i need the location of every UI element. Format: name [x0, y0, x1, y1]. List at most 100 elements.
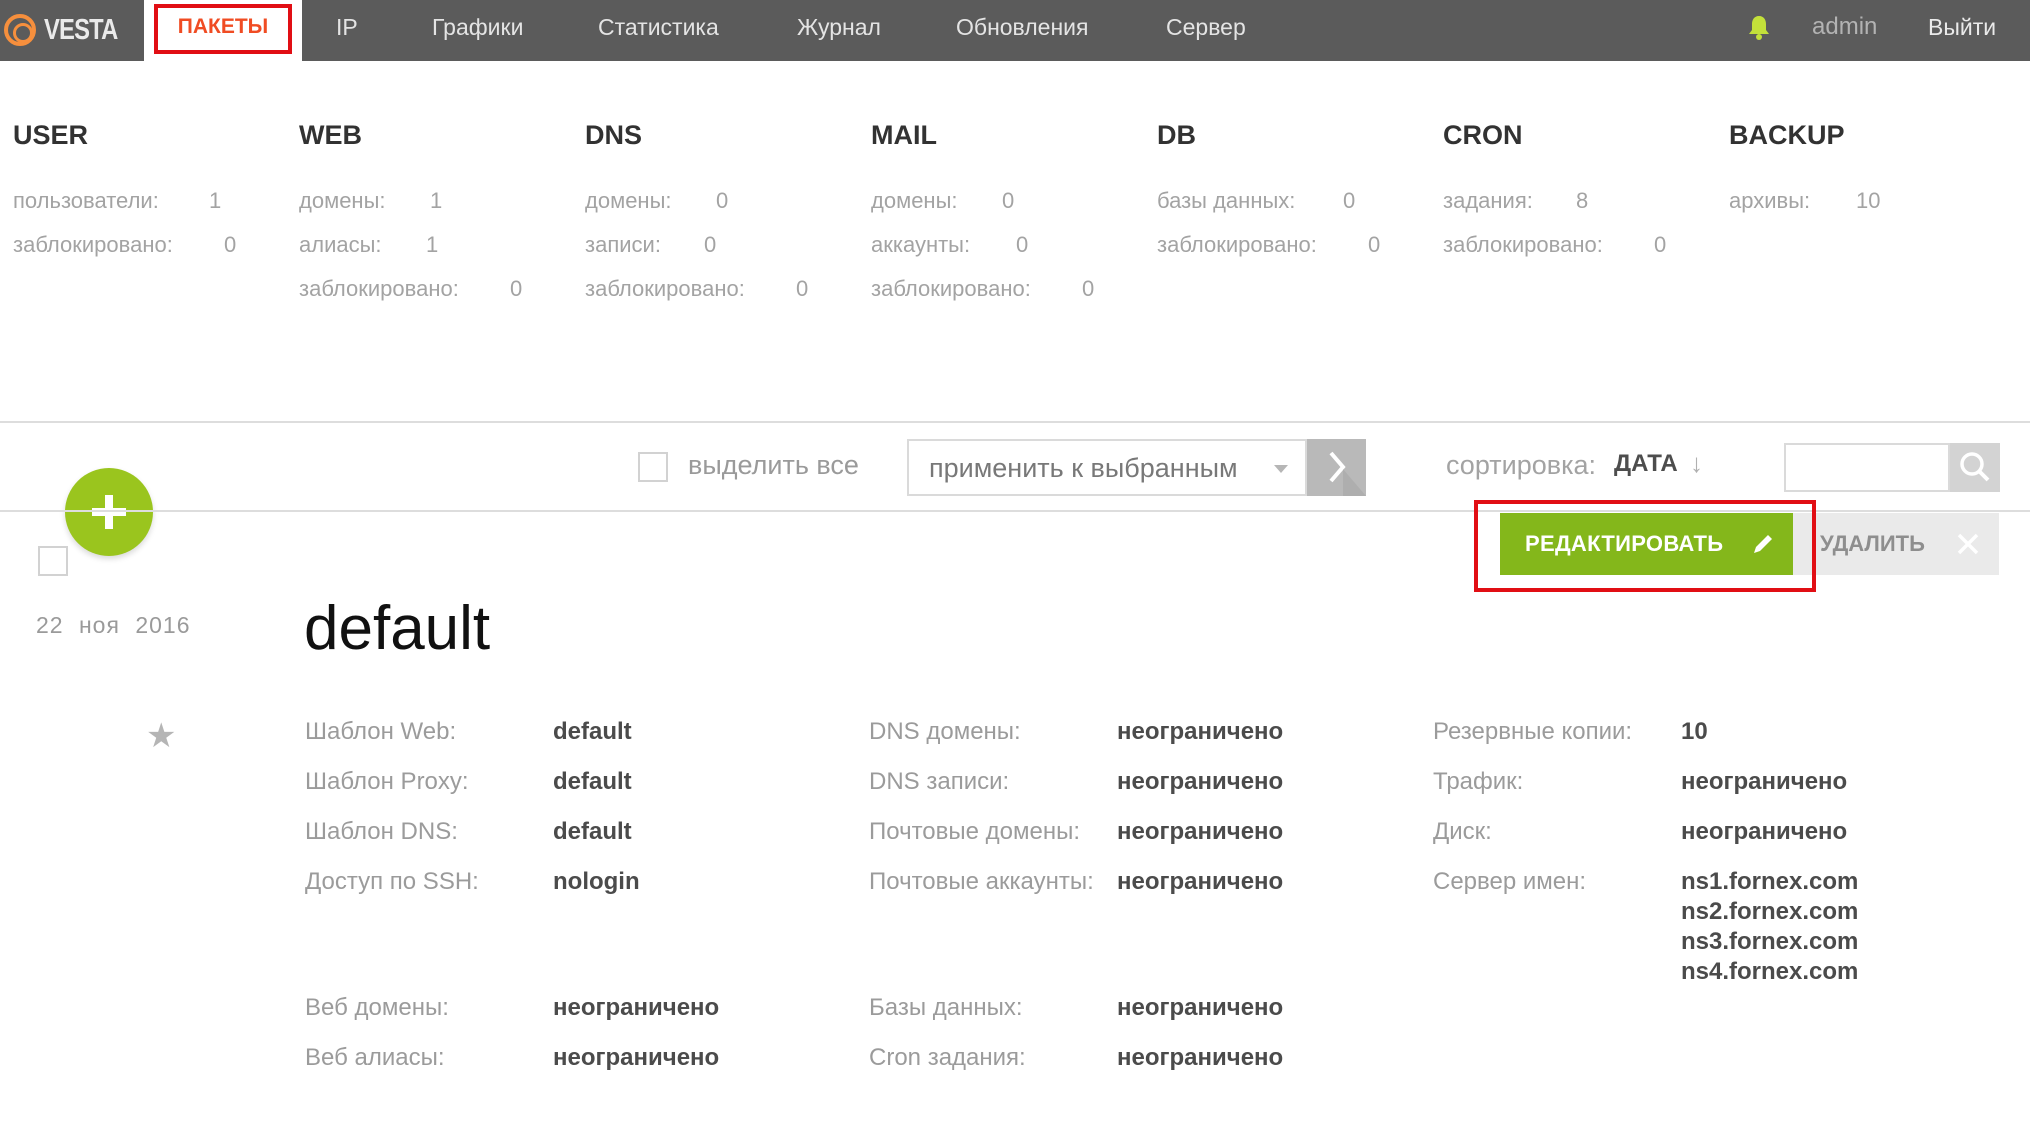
stat-value: 0 [796, 276, 809, 301]
nav-item-log[interactable]: Журнал [797, 0, 881, 61]
search-input[interactable] [1784, 443, 1950, 492]
stat-row: заблокировано: 0 [299, 276, 522, 302]
stats-title: MAIL [871, 120, 937, 150]
sort-arrow-icon[interactable]: ↓ [1690, 448, 1703, 479]
divider [0, 421, 2030, 423]
detail-value: неограничено [1117, 994, 1284, 1021]
apply-action-select[interactable]: применить к выбранным [907, 439, 1307, 496]
nav-item-graphs[interactable]: Графики [432, 0, 523, 61]
detail-label: Диск: [1433, 818, 1492, 845]
stat-row: домены: 0 [871, 188, 1014, 214]
stat-row: задания: 8 [1443, 188, 1588, 214]
stat-label: заблокировано: [585, 276, 745, 301]
stat-label: архивы: [1729, 188, 1811, 213]
detail-value: неограничено [1117, 768, 1284, 795]
detail-value: неограничено [1681, 818, 1848, 845]
stats-user: USER [13, 120, 88, 154]
stat-label: алиасы: [299, 232, 382, 257]
stats-title: BACKUP [1729, 120, 1845, 150]
detail-value: неограничено [1117, 868, 1284, 895]
stat-value: 0 [1343, 188, 1356, 213]
detail-label: Сервер имен: [1433, 868, 1587, 895]
stat-value: 0 [224, 232, 237, 257]
stat-value: 0 [704, 232, 717, 257]
detail-label: Cron задания: [869, 1044, 1026, 1071]
apply-button[interactable] [1307, 439, 1366, 496]
nameserver-2: ns2.fornex.com [1681, 898, 1859, 925]
bell-icon[interactable] [1748, 14, 1770, 40]
detail-value: неограничено [1117, 818, 1284, 845]
nameserver-4: ns4.fornex.com [1681, 958, 1859, 985]
sort-value[interactable]: ДАТА [1614, 450, 1678, 478]
detail-label: Трафик: [1433, 768, 1524, 795]
stat-value: 0 [1082, 276, 1095, 301]
user-link[interactable]: admin [1812, 0, 1877, 61]
stat-label: задания: [1443, 188, 1533, 213]
detail-label: Почтовые домены: [869, 818, 1081, 845]
star-icon[interactable]: ★ [146, 716, 176, 756]
detail-value: неограничено [553, 1044, 720, 1071]
stat-row: заблокировано: 0 [585, 276, 808, 302]
stat-row: заблокировано: 0 [13, 232, 236, 258]
package-name: default [304, 594, 491, 663]
nav-item-packages[interactable]: ПАКЕТЫ [144, 0, 302, 61]
stats-title: USER [13, 120, 89, 150]
stat-row: заблокировано: 0 [871, 276, 1094, 302]
stat-row: заблокировано: 0 [1443, 232, 1666, 258]
delete-button-label: УДАЛИТЬ [1820, 531, 1925, 556]
stat-label: заблокировано: [1157, 232, 1317, 257]
detail-value: 10 [1681, 718, 1708, 745]
package-date: 22 ноя 2016 [36, 612, 191, 639]
detail-label: DNS домены: [869, 718, 1021, 745]
stat-value: 8 [1576, 188, 1589, 213]
stat-value: 0 [1016, 232, 1029, 257]
add-package-button[interactable] [65, 468, 153, 556]
nav-item-label: ПАКЕТЫ [177, 15, 269, 38]
stat-label: аккаунты: [871, 232, 971, 257]
nav-item-statistics[interactable]: Статистика [598, 0, 719, 61]
detail-label: DNS записи: [869, 768, 1010, 795]
top-nav: VESTA ПАКЕТЫ IP Графики Статистика Журна… [0, 0, 2030, 61]
logout-link[interactable]: Выйти [1928, 0, 1996, 61]
stat-label: базы данных: [1157, 188, 1296, 213]
stat-label: домены: [871, 188, 958, 213]
vesta-logo[interactable]: VESTA [4, 10, 134, 50]
detail-value: неограничено [1117, 718, 1284, 745]
detail-value: default [553, 818, 632, 845]
nav-item-updates[interactable]: Обновления [956, 0, 1088, 61]
stat-value: 10 [1856, 188, 1881, 213]
stats-title: WEB [299, 120, 362, 150]
chevron-right-icon [1329, 451, 1366, 496]
nameserver-3: ns3.fornex.com [1681, 928, 1859, 955]
stat-value: 0 [716, 188, 729, 213]
stat-label: заблокировано: [13, 232, 173, 257]
stats-title: CRON [1443, 120, 1523, 150]
row-checkbox[interactable] [38, 546, 68, 576]
detail-value: default [553, 718, 632, 745]
stat-value: 1 [426, 232, 439, 257]
stat-row: аккаунты: 0 [871, 232, 1028, 258]
detail-label: Шаблон Proxy: [305, 768, 469, 795]
close-icon [1957, 533, 1979, 555]
caret-down-icon [1274, 465, 1288, 473]
stat-value: 0 [1368, 232, 1381, 257]
stat-value: 1 [209, 188, 222, 213]
stat-label: заблокировано: [299, 276, 459, 301]
nav-item-server[interactable]: Сервер [1166, 0, 1246, 61]
nav-item-ip[interactable]: IP [336, 0, 358, 61]
detail-value: неограничено [553, 994, 720, 1021]
detail-label: Базы данных: [869, 994, 1023, 1021]
stat-value: 0 [510, 276, 523, 301]
stat-label: домены: [585, 188, 672, 213]
select-all-checkbox[interactable] [638, 452, 668, 482]
delete-button[interactable]: УДАЛИТЬ [1793, 513, 1999, 575]
stat-row: архивы: 10 [1729, 188, 1880, 214]
detail-value: неограничено [1681, 768, 1848, 795]
search-button[interactable] [1950, 443, 2000, 492]
stat-value: 0 [1654, 232, 1667, 257]
sort-label: сортировка: [1446, 450, 1596, 480]
select-all-label[interactable]: выделить все [688, 450, 859, 481]
stat-row: домены: 1 [299, 188, 442, 214]
stats-dns: DNS [585, 120, 642, 154]
date-day: 22 [36, 612, 64, 638]
